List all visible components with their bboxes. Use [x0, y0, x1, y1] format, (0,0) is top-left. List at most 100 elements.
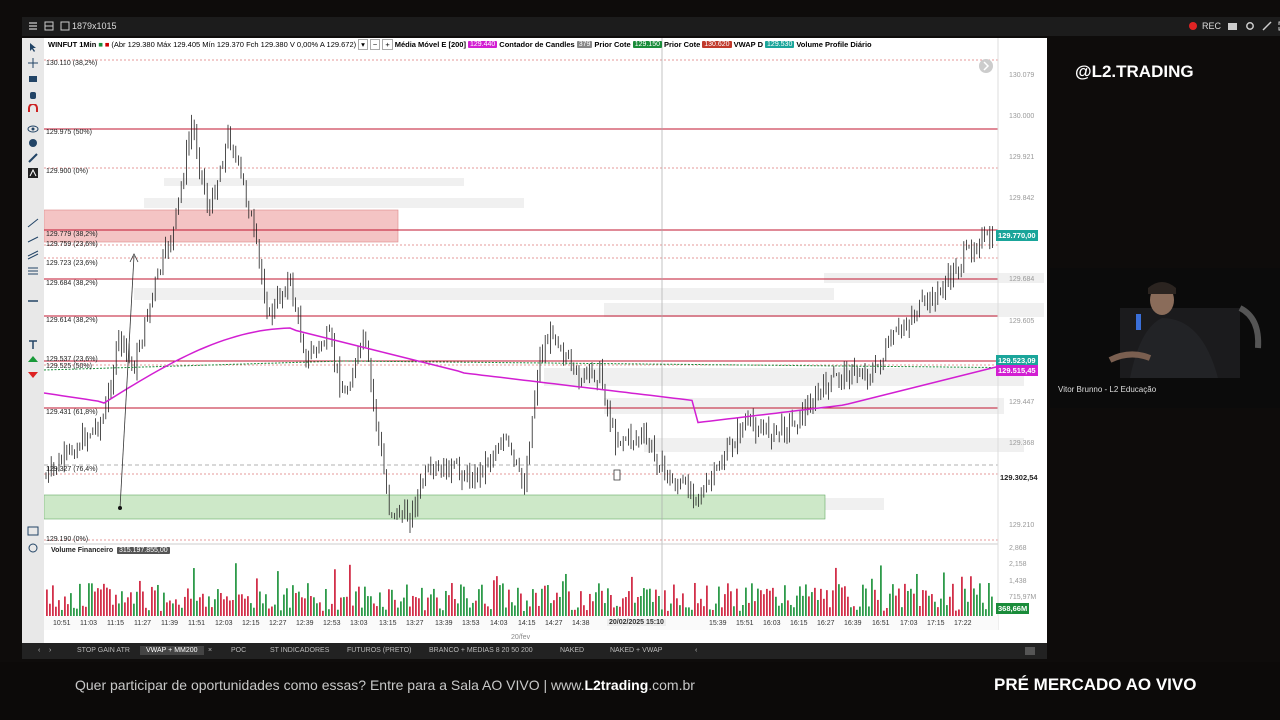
volume-bar: [355, 591, 357, 616]
volume-bar: [895, 595, 897, 616]
volume-bar: [832, 590, 834, 616]
volume-bar: [904, 583, 906, 616]
indicator-label[interactable]: Prior Cote: [594, 40, 630, 49]
time-tick: 11:39: [161, 620, 178, 627]
volume-bar: [493, 580, 495, 616]
volume-bar: [544, 585, 546, 616]
volume-bar: [655, 589, 657, 616]
tab-futuros[interactable]: FUTUROS (PRETO): [347, 647, 411, 654]
remove-indicator-button[interactable]: −: [369, 39, 381, 50]
tab-vwap-mm200[interactable]: VWAP + MM200: [140, 646, 204, 655]
volume-bar: [328, 609, 330, 616]
tab-stop-gain-atr[interactable]: STOP GAIN ATR: [77, 647, 130, 654]
volume-bar: [640, 596, 642, 616]
magnet-icon[interactable]: [27, 104, 39, 114]
indicator-label[interactable]: Volume Profile Diário: [796, 40, 871, 49]
text-tool-icon[interactable]: [27, 168, 39, 178]
arrow-down-icon[interactable]: [27, 368, 39, 378]
chart-area[interactable]: WINFUT 1Min ■ ■ (Abr 129.380 Máx 129.405 …: [44, 38, 1047, 643]
volume-bar: [727, 583, 729, 616]
layout-icon[interactable]: [44, 21, 54, 31]
volume-bar: [514, 605, 516, 616]
symbol-label[interactable]: WINFUT 1Min: [48, 40, 96, 49]
volume-bar: [127, 597, 129, 616]
menu-icon[interactable]: [28, 21, 38, 31]
horizontal-line-icon[interactable]: [27, 296, 39, 306]
crosshair-icon[interactable]: [27, 58, 39, 68]
time-tick: 15:51: [736, 620, 754, 627]
volume-value: 315.197.855,00: [117, 547, 170, 554]
rectangle-icon[interactable]: [27, 526, 39, 536]
eye-icon[interactable]: [27, 124, 39, 134]
volume-bar: [196, 600, 198, 616]
tab-branco-medias[interactable]: BRANCO + MEDIAS 8 20 50 200: [429, 647, 533, 654]
volume-bar: [709, 609, 711, 616]
cursor-icon[interactable]: [27, 42, 39, 52]
eraser-icon[interactable]: [27, 74, 39, 84]
tab-close-icon[interactable]: ×: [208, 647, 212, 654]
indicator-label[interactable]: VWAP D: [734, 40, 763, 49]
time-axis[interactable]: 10:51 11:03 11:15 11:27 11:39 11:51 12:0…: [44, 616, 998, 630]
price-chart[interactable]: [44, 38, 1047, 643]
promo-link-brand[interactable]: L2trading: [584, 677, 648, 693]
pen-icon[interactable]: [1262, 21, 1272, 31]
tab-naked[interactable]: NAKED: [560, 647, 584, 654]
scroll-right-icon[interactable]: [979, 59, 993, 73]
hand-icon[interactable]: [27, 90, 39, 100]
volume-bar: [241, 594, 243, 616]
trendline-icon[interactable]: [27, 218, 39, 228]
tab-naked-vwap[interactable]: NAKED + VWAP: [610, 647, 662, 654]
volume-bar: [331, 603, 333, 616]
template-select[interactable]: ▾: [358, 39, 368, 50]
volume-bar: [670, 603, 672, 616]
settings-icon[interactable]: [1245, 21, 1255, 31]
volume-bar: [766, 588, 768, 616]
fibonacci-icon[interactable]: [27, 266, 39, 276]
tab-st-indicadores[interactable]: ST INDICADORES: [270, 647, 329, 654]
volume-bar: [460, 584, 462, 616]
volume-bar: [961, 576, 963, 616]
volume-bar: [898, 588, 900, 616]
volume-bar: [235, 563, 237, 616]
volume-bar: [163, 592, 165, 616]
color-icon[interactable]: [27, 138, 39, 148]
volume-bar: [892, 584, 894, 616]
indicator-label[interactable]: Contador de Candles: [499, 40, 574, 49]
volume-bar: [940, 598, 942, 616]
volume-bar: [529, 606, 531, 616]
volume-bar: [361, 607, 363, 616]
window-titlebar: 1879x1015 REC: [22, 17, 1280, 36]
layout-toggle[interactable]: [1025, 647, 1035, 655]
ray-icon[interactable]: [27, 234, 39, 244]
volume-bar: [976, 594, 978, 616]
volume-bar: [853, 606, 855, 616]
volume-bar: [226, 596, 228, 616]
volume-bar: [538, 605, 540, 616]
volume-bar: [808, 596, 810, 616]
channel-icon[interactable]: [27, 250, 39, 260]
volume-bar: [919, 605, 921, 616]
tab-poc[interactable]: POC: [231, 647, 246, 654]
camera-icon[interactable]: [1227, 21, 1238, 31]
volume-bar: [781, 603, 783, 616]
resize-icon[interactable]: [60, 21, 70, 31]
indicator-label[interactable]: Média Móvel E [200]: [395, 40, 466, 49]
pencil-icon[interactable]: [27, 153, 39, 163]
arrow-up-icon[interactable]: [27, 356, 39, 366]
price-axis-label: 129.684: [1009, 276, 1035, 283]
volume-bar: [934, 601, 936, 616]
volume-bar: [247, 596, 249, 616]
text-icon[interactable]: [27, 340, 39, 350]
volume-panel-title: Volume Financeiro: [51, 547, 114, 554]
volume-bar: [928, 595, 930, 616]
tabs-back-icon[interactable]: ‹: [695, 647, 697, 654]
crosshair-price-label: 129.302,54: [1000, 473, 1038, 482]
tabs-scroll-right[interactable]: ›: [49, 647, 51, 654]
circle-icon[interactable]: [27, 543, 39, 553]
indicator-label[interactable]: Prior Cote: [664, 40, 700, 49]
volume-bar: [949, 596, 951, 616]
record-icon[interactable]: [1188, 21, 1198, 31]
add-indicator-button[interactable]: +: [382, 39, 393, 50]
volume-bar: [319, 602, 321, 616]
tabs-scroll-left[interactable]: ‹: [38, 647, 40, 654]
